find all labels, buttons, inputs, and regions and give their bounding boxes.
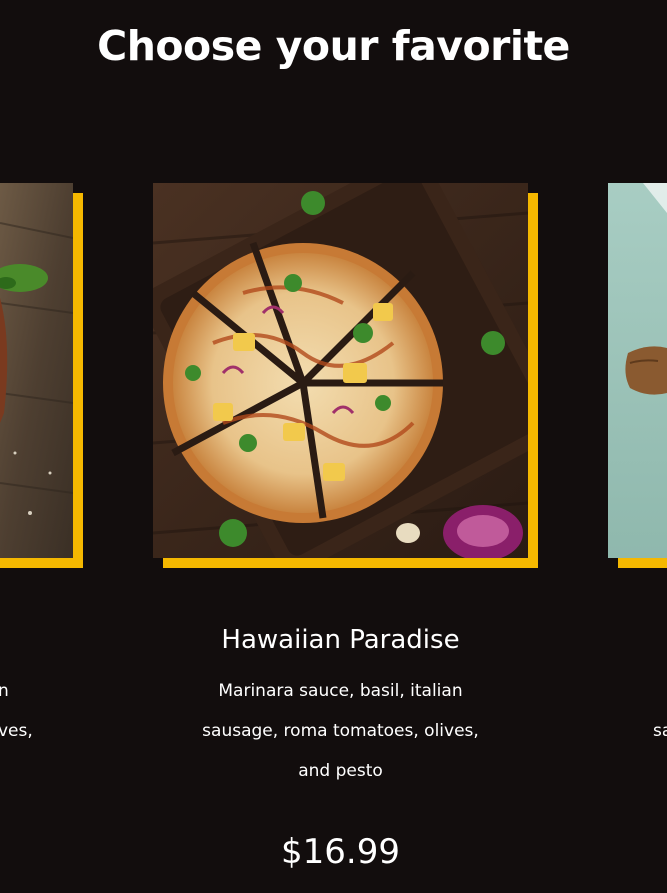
food-photo-icon — [0, 183, 73, 558]
menu-section: Choose your favorite n ves, Hawaiian Par… — [0, 0, 667, 893]
card-description-line: Marinara sauce, basil, italian — [218, 681, 463, 701]
hawaiian-pizza-photo-icon — [153, 183, 528, 558]
card-description-line: and pesto — [298, 761, 383, 781]
section-title: Choose your favorite — [97, 22, 570, 70]
food-photo-icon — [608, 183, 667, 558]
card-description-line: sa — [653, 721, 667, 741]
card-description-line: n — [0, 681, 9, 701]
card-price: $16.99 — [281, 832, 400, 872]
card-title: Hawaiian Paradise — [221, 625, 460, 655]
card-description-line: sausage, roma tomatoes, olives, — [202, 721, 479, 741]
card-description-line: ves, — [0, 721, 33, 741]
